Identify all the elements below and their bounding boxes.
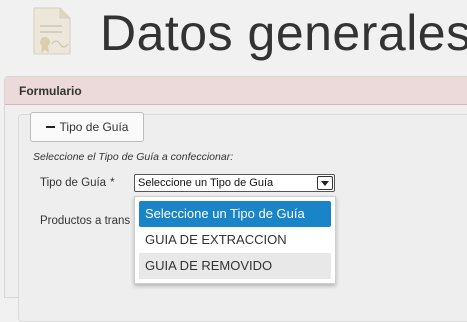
tipo-de-guia-label: Tipo de Guía * [40,177,115,189]
toggle-button-label: Tipo de Guía [59,120,129,134]
option-seleccione[interactable]: Seleccione un Tipo de Guía [139,201,331,227]
form-hint: Seleccione el Tipo de Guía a confecciona… [33,151,234,163]
tipo-de-guia-dropdown: Seleccione un Tipo de Guía GUIA DE EXTRA… [134,196,336,284]
productos-label: Productos a trans [40,215,131,227]
required-marker: * [110,177,115,189]
chevron-down-icon[interactable] [317,176,333,190]
select-value: Seleccione un Tipo de Guía [138,177,274,189]
document-certificate-icon [33,7,71,55]
page-title: Datos generales [100,5,467,61]
option-guia-de-removido[interactable]: GUIA DE REMOVIDO [139,253,331,279]
page-header: Datos generales [0,0,467,72]
panel-heading: Formulario [5,77,467,105]
tipo-label-text: Tipo de Guía [40,177,107,189]
tipo-de-guia-select[interactable]: Seleccione un Tipo de Guía [134,174,335,192]
tipo-de-guia-toggle-button[interactable]: Tipo de Guía [30,112,144,142]
option-guia-de-extraccion[interactable]: GUIA DE EXTRACCION [139,227,331,253]
minus-icon [45,126,55,128]
